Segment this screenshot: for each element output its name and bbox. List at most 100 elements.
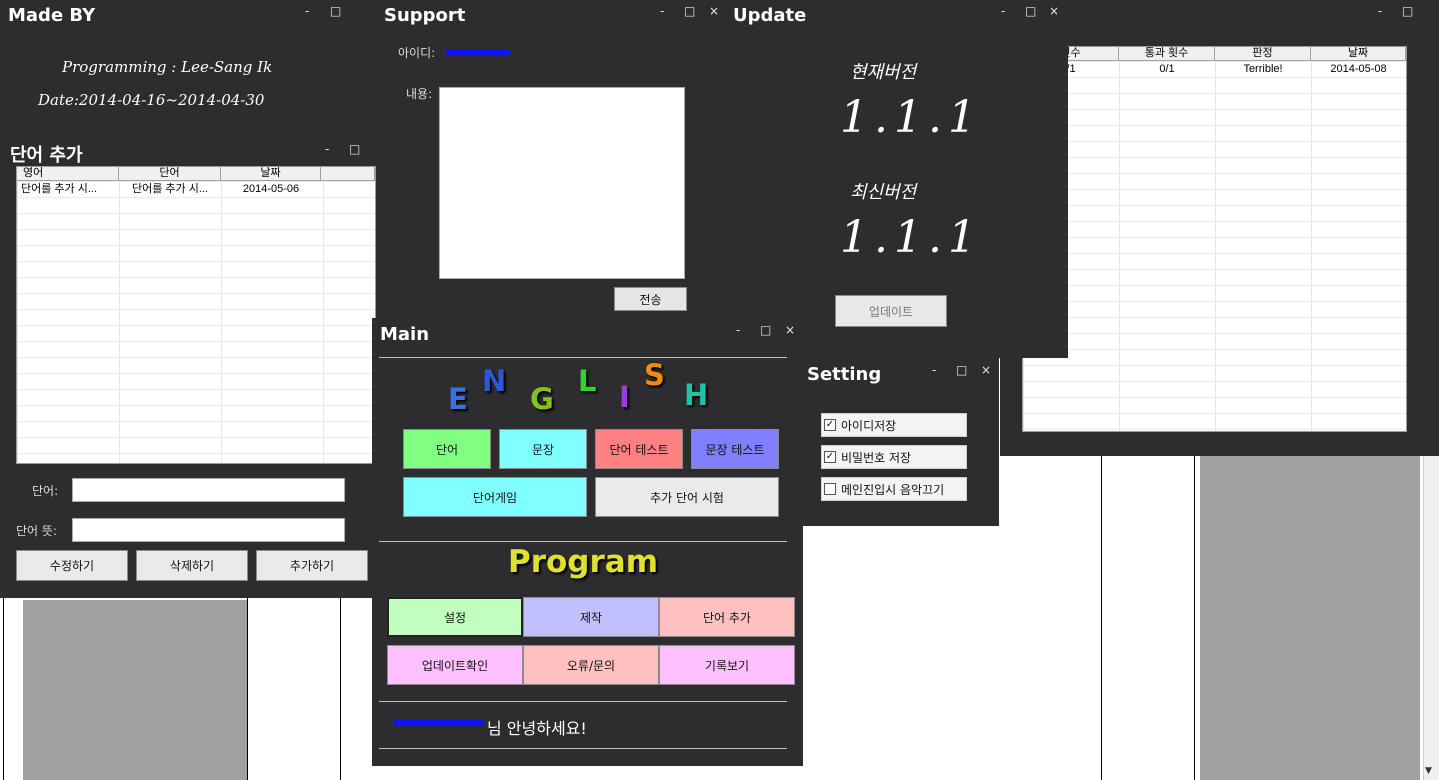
mute-music-checkbox[interactable]: 메인진입시 음악끄기 <box>821 477 967 501</box>
setting-window: Setting - □ × ✓ 아이디저장 ✓ 비밀번호 저장 메인진입시 음악… <box>799 358 999 526</box>
table-row[interactable]: /1 0/1 Terrible! 2014-05-08 <box>1023 62 1406 78</box>
background-gray-block <box>23 600 247 780</box>
english-letter: E <box>448 382 468 416</box>
maximize-icon[interactable]: □ <box>760 323 771 337</box>
background-border-line <box>247 598 248 780</box>
word-button[interactable]: 단어 <box>403 429 491 469</box>
list-header: 횟수 통과 횟수 판정 날짜 <box>1023 47 1406 61</box>
checkbox-label: 아이디저장 <box>841 418 897 433</box>
added-word-test-button[interactable]: 추가 단어 시험 <box>595 477 779 517</box>
support-window: Support - □ × 아이디: 내용: 전송 <box>376 0 725 318</box>
column-header[interactable]: 날짜 <box>1311 47 1406 61</box>
checkbox-mark[interactable] <box>824 483 836 495</box>
minimize-icon[interactable]: - <box>325 142 329 156</box>
save-password-checkbox[interactable]: ✓ 비밀번호 저장 <box>821 445 967 469</box>
maximize-icon[interactable]: □ <box>1402 4 1413 18</box>
send-button[interactable]: 전송 <box>614 287 687 311</box>
meaning-input[interactable] <box>72 518 345 542</box>
minimize-icon[interactable]: - <box>1001 4 1005 18</box>
word-test-button[interactable]: 단어 테스트 <box>595 429 683 469</box>
english-letter: H <box>684 378 709 412</box>
english-letter: I <box>619 380 630 414</box>
background-panel-left <box>0 598 372 780</box>
background-border-line <box>3 598 4 780</box>
table-cell: 0/1 <box>1159 63 1175 75</box>
column-header[interactable]: 단어 <box>119 167 221 181</box>
window-title: Main <box>380 324 430 345</box>
settings-button[interactable]: 설정 <box>387 597 523 637</box>
table-cell: 단어를 추가 시... <box>131 183 208 195</box>
minimize-icon[interactable]: - <box>932 363 936 377</box>
update-check-button[interactable]: 업데이트확인 <box>387 645 523 685</box>
error-inquiry-button[interactable]: 오류/문의 <box>523 645 659 685</box>
table-cell: Terrible! <box>1243 63 1283 75</box>
column-header[interactable]: 날짜 <box>221 167 321 181</box>
word-label: 단어: <box>32 484 59 498</box>
checkbox-mark[interactable]: ✓ <box>824 419 836 431</box>
column-header[interactable]: 영어 <box>17 167 119 181</box>
current-version-label: 현재버전 <box>850 62 917 83</box>
maximize-icon[interactable]: □ <box>956 363 967 377</box>
table-cell: 2014-05-06 <box>242 183 300 195</box>
background-border-line <box>340 598 341 780</box>
word-game-button[interactable]: 단어게임 <box>403 477 587 517</box>
checkbox-label: 비밀번호 저장 <box>841 450 912 465</box>
credits-button[interactable]: 제작 <box>523 597 659 637</box>
maximize-icon[interactable]: □ <box>330 4 341 18</box>
content-textarea[interactable] <box>439 87 685 279</box>
list-grid <box>17 181 375 463</box>
close-icon[interactable]: × <box>785 323 795 337</box>
current-version-value: 1.1.1 <box>840 92 982 143</box>
column-header[interactable]: 판정 <box>1215 47 1311 61</box>
close-icon[interactable]: × <box>981 363 991 377</box>
edit-button[interactable]: 수정하기 <box>16 550 128 581</box>
minimize-icon[interactable]: - <box>1378 4 1382 18</box>
window-title: 단어 추가 <box>10 145 83 166</box>
redacted-id <box>446 49 510 55</box>
divider <box>379 748 787 749</box>
maximize-icon[interactable]: □ <box>349 142 360 156</box>
redacted-username <box>394 719 484 726</box>
minimize-icon[interactable]: - <box>305 4 309 18</box>
minimize-icon[interactable]: - <box>736 323 740 337</box>
checkbox-mark[interactable]: ✓ <box>824 451 836 463</box>
minimize-icon[interactable]: - <box>660 4 664 18</box>
list-grid <box>1023 61 1406 431</box>
sentence-test-button[interactable]: 문장 테스트 <box>691 429 779 469</box>
background-gray-block <box>1200 456 1420 780</box>
add-button[interactable]: 추가하기 <box>256 550 368 581</box>
column-header[interactable]: 통과 횟수 <box>1119 47 1215 61</box>
close-icon[interactable]: × <box>1049 4 1059 18</box>
main-window: Main - □ × E N G L I S H 단어 문장 단어 테스트 문장… <box>372 318 803 766</box>
maximize-icon[interactable]: □ <box>1025 4 1036 18</box>
divider <box>379 357 787 358</box>
save-id-checkbox[interactable]: ✓ 아이디저장 <box>821 413 967 437</box>
background-border-line <box>1194 456 1195 780</box>
background-scrollbar[interactable] <box>1423 456 1439 780</box>
development-date: Date:2014-04-16~2014-04-30 <box>38 91 265 109</box>
update-button[interactable]: 업데이트 <box>835 295 947 327</box>
close-icon[interactable]: × <box>709 4 719 18</box>
divider <box>379 701 787 702</box>
greeting-text: 님 안녕하세요! <box>487 719 587 738</box>
word-input[interactable] <box>72 478 345 502</box>
english-letter: S <box>644 358 665 392</box>
scroll-down-arrow-icon[interactable]: ▼ <box>1425 766 1432 776</box>
english-letter: G <box>530 382 554 416</box>
latest-version-label: 최신버전 <box>850 182 917 203</box>
meaning-label: 단어 뜻: <box>16 524 57 538</box>
records-button[interactable]: 기록보기 <box>659 645 795 685</box>
id-label: 아이디: <box>398 46 436 60</box>
sentence-button[interactable]: 문장 <box>499 429 587 469</box>
history-list[interactable]: 횟수 통과 횟수 판정 날짜 /1 0/1 Terrible! 2014-05-… <box>1022 46 1407 432</box>
window-title: Update <box>733 5 807 26</box>
table-row[interactable]: 단어를 추가 시... 단어를 추가 시... 2014-05-06 <box>17 182 321 198</box>
delete-button[interactable]: 삭제하기 <box>136 550 248 581</box>
divider <box>379 541 787 542</box>
add-word-button[interactable]: 단어 추가 <box>659 597 795 637</box>
add-word-window: 단어 추가 - □ 영어 단어 날짜 단어를 추가 시... 단어를 추가 시.… <box>0 138 376 598</box>
word-list[interactable]: 영어 단어 날짜 단어를 추가 시... 단어를 추가 시... 2014-05… <box>16 166 376 464</box>
maximize-icon[interactable]: □ <box>684 4 695 18</box>
english-letter: L <box>578 364 597 398</box>
latest-version-value: 1.1.1 <box>840 212 982 263</box>
